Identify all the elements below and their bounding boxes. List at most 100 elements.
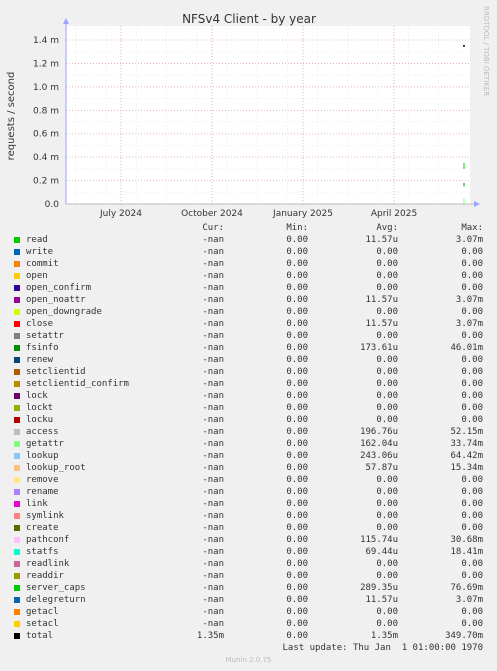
- legend-max: 76.69m: [450, 583, 483, 593]
- legend-header: Cur: Min: Avg: Max:: [0, 222, 497, 234]
- legend-min: 0.00: [286, 415, 308, 425]
- legend-cur: -nan: [202, 619, 224, 629]
- legend-cur: -nan: [202, 307, 224, 317]
- legend-min: 0.00: [286, 451, 308, 461]
- plot-area: [66, 26, 470, 204]
- legend-avg: 0.00: [376, 247, 398, 257]
- legend-row: renew -nan 0.00 0.00 0.00: [0, 354, 497, 366]
- legend-min: 0.00: [286, 283, 308, 293]
- legend-row: symlink -nan 0.00 0.00 0.00: [0, 510, 497, 522]
- legend-max: 0.00: [461, 499, 483, 509]
- legend-max: 0.00: [461, 259, 483, 269]
- legend-max: 0.00: [461, 391, 483, 401]
- y-tick-label: 1.4 m: [33, 36, 59, 46]
- legend-row: fsinfo -nan 0.00 173.61u 46.01m: [0, 342, 497, 354]
- legend-swatch: [14, 573, 20, 579]
- legend-max: 0.00: [461, 283, 483, 293]
- legend-col-max: Max:: [461, 223, 483, 233]
- y-tick-label: 0.6 m: [33, 130, 59, 140]
- legend-max: 15.34m: [450, 463, 483, 473]
- legend-avg: 173.61u: [360, 343, 398, 353]
- legend-swatch: [14, 561, 20, 567]
- legend-avg: 0.00: [376, 571, 398, 581]
- legend-min: 0.00: [286, 259, 308, 269]
- y-axis-arrow: [63, 18, 69, 24]
- legend-row: close -nan 0.00 11.57u 3.07m: [0, 318, 497, 330]
- legend-series-name: getacl: [26, 607, 59, 617]
- legend-min: 0.00: [286, 487, 308, 497]
- legend-cur: -nan: [202, 451, 224, 461]
- legend-row: setattr -nan 0.00 0.00 0.00: [0, 330, 497, 342]
- legend-swatch: [14, 429, 20, 435]
- legend-cur: -nan: [202, 511, 224, 521]
- legend-avg: 243.06u: [360, 451, 398, 461]
- legend-cur: -nan: [202, 283, 224, 293]
- legend-avg: 0.00: [376, 307, 398, 317]
- legend-cur: -nan: [202, 343, 224, 353]
- legend-swatch: [14, 249, 20, 255]
- legend-cur: -nan: [202, 415, 224, 425]
- legend-swatch: [14, 501, 20, 507]
- legend-min: 0.00: [286, 547, 308, 557]
- legend-swatch: [14, 465, 20, 471]
- legend-max: 0.00: [461, 271, 483, 281]
- legend-avg: 162.04u: [360, 439, 398, 449]
- legend-series-name: link: [26, 499, 48, 509]
- legend-series-name: open_confirm: [26, 283, 92, 293]
- legend-swatch: [14, 333, 20, 339]
- legend-series-name: read: [26, 235, 48, 245]
- legend-avg: 0.00: [376, 403, 398, 413]
- legend-swatch: [14, 489, 20, 495]
- legend-max: 3.07m: [455, 235, 483, 245]
- legend-max: 3.07m: [455, 595, 483, 605]
- legend-cur: -nan: [202, 331, 224, 341]
- legend-row: statfs -nan 0.00 69.44u 18.41m: [0, 546, 497, 558]
- legend-cur: -nan: [202, 583, 224, 593]
- legend-row: lockt -nan 0.00 0.00 0.00: [0, 402, 497, 414]
- legend-row: write -nan 0.00 0.00 0.00: [0, 246, 497, 258]
- legend-min: 0.00: [286, 295, 308, 305]
- legend-swatch: [14, 441, 20, 447]
- legend-row: open_confirm -nan 0.00 0.00 0.00: [0, 282, 497, 294]
- legend-series-name: pathconf: [26, 535, 70, 545]
- y-axis-label: requests / second: [6, 72, 17, 161]
- legend-col-min: Min:: [286, 223, 308, 233]
- legend-max: 0.00: [461, 511, 483, 521]
- legend-swatch: [14, 297, 20, 303]
- legend-avg: 0.00: [376, 619, 398, 629]
- legend-series-name: remove: [26, 475, 59, 485]
- legend-series-name: commit: [26, 259, 59, 269]
- legend-max: 0.00: [461, 379, 483, 389]
- y-tick-label: 1.2 m: [33, 59, 59, 69]
- legend-swatch: [14, 513, 20, 519]
- legend-min: 0.00: [286, 499, 308, 509]
- legend-row: delegreturn -nan 0.00 11.57u 3.07m: [0, 594, 497, 606]
- legend-cur: -nan: [202, 607, 224, 617]
- legend-max: 0.00: [461, 367, 483, 377]
- legend-min: 0.00: [286, 475, 308, 485]
- legend-cur: -nan: [202, 367, 224, 377]
- legend-swatch: [14, 477, 20, 483]
- legend-max: 3.07m: [455, 319, 483, 329]
- legend-max: 0.00: [461, 355, 483, 365]
- legend-row: remove -nan 0.00 0.00 0.00: [0, 474, 497, 486]
- legend-series-name: setattr: [26, 331, 64, 341]
- legend-series-name: readdir: [26, 571, 64, 581]
- legend-row: rename -nan 0.00 0.00 0.00: [0, 486, 497, 498]
- legend-series-name: access: [26, 427, 59, 437]
- legend-avg: 0.00: [376, 511, 398, 521]
- legend-avg: 11.57u: [365, 295, 398, 305]
- legend-avg: 196.76u: [360, 427, 398, 437]
- legend-swatch: [14, 369, 20, 375]
- legend-avg: 0.00: [376, 259, 398, 269]
- legend-row: total 1.35m 0.00 1.35m 349.70m: [0, 630, 497, 642]
- legend-max: 0.00: [461, 559, 483, 569]
- legend-cur: -nan: [202, 319, 224, 329]
- legend-row: pathconf -nan 0.00 115.74u 30.68m: [0, 534, 497, 546]
- legend-series-name: setclientid: [26, 367, 86, 377]
- legend-min: 0.00: [286, 595, 308, 605]
- legend-max: 0.00: [461, 619, 483, 629]
- legend-avg: 69.44u: [365, 547, 398, 557]
- legend-cur: -nan: [202, 595, 224, 605]
- legend-cur: -nan: [202, 571, 224, 581]
